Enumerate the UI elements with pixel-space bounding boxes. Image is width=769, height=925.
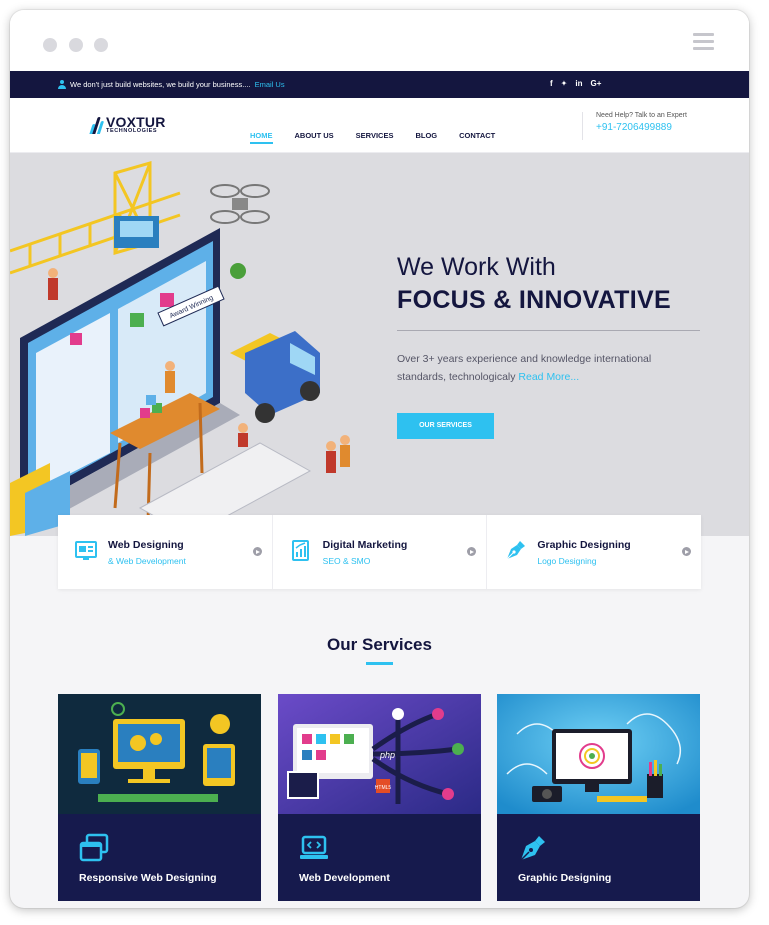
feature-subtitle: SEO & SMO xyxy=(322,556,371,566)
hero-illustration: Award Winning xyxy=(10,161,350,536)
nav-contact[interactable]: CONTACT xyxy=(459,131,495,140)
person-icon xyxy=(58,80,66,89)
php-text: php xyxy=(379,750,395,760)
logo-mark-icon xyxy=(89,116,105,134)
feature-arrow-icon[interactable] xyxy=(252,547,262,556)
social-links: f ✦ in G+ xyxy=(550,79,601,88)
site-header: VOXTUR TECHNOLOGIES HOME ABOUT US SERVIC… xyxy=(10,98,749,153)
our-services-button[interactable]: OUR SERVICES xyxy=(397,413,494,439)
feature-title: Graphic Designing xyxy=(537,539,631,551)
feature-title: Web Designing xyxy=(108,539,184,551)
pen-nib-icon xyxy=(506,541,526,560)
responsive-windows-icon xyxy=(79,833,109,862)
hamburger-menu-icon[interactable] xyxy=(693,33,714,51)
site-logo[interactable]: VOXTUR TECHNOLOGIES xyxy=(89,114,166,135)
hero-description: Over 3+ years experience and knowledge i… xyxy=(397,350,697,386)
facebook-icon[interactable]: f xyxy=(550,79,553,88)
marketing-chart-icon xyxy=(291,540,309,561)
top-message: We don't just build websites, we build y… xyxy=(58,80,285,89)
service-image-graphic-designing xyxy=(497,694,700,814)
service-image-responsive xyxy=(58,694,261,814)
drone-graphic xyxy=(210,184,270,224)
browser-chrome xyxy=(10,10,749,71)
top-message-text: We don't just build websites, we build y… xyxy=(70,80,251,89)
feature-arrow-icon[interactable] xyxy=(682,547,692,556)
html5-text: HTML5 xyxy=(375,785,392,791)
logo-name: VOXTUR xyxy=(106,114,166,130)
service-card-responsive[interactable]: Responsive Web Designing xyxy=(58,694,261,901)
help-phone[interactable]: +91-7206499889 xyxy=(596,122,687,133)
nav-about-us[interactable]: ABOUT US xyxy=(295,131,334,140)
twitter-icon[interactable]: ✦ xyxy=(561,79,568,88)
read-more-link[interactable]: Read More... xyxy=(518,371,579,383)
feature-title: Digital Marketing xyxy=(322,539,408,551)
help-label: Need Help? Talk to an Expert xyxy=(596,112,687,119)
feature-arrow-icon[interactable] xyxy=(467,547,477,556)
window-dot-2 xyxy=(69,38,83,52)
feature-subtitle: Logo Designing xyxy=(537,556,597,566)
linkedin-icon[interactable]: in xyxy=(575,79,582,88)
main-nav: HOME ABOUT US SERVICES BLOG CONTACT xyxy=(250,131,517,144)
hero-divider xyxy=(397,330,700,331)
services-heading: Our Services xyxy=(327,635,432,654)
service-label: Graphic Designing xyxy=(518,872,612,884)
logo-subtitle: TECHNOLOGIES xyxy=(106,128,158,134)
feature-card-web-designing[interactable]: Web Designing & Web Development xyxy=(58,515,273,589)
window-dot-3 xyxy=(94,38,108,52)
pen-nib-icon xyxy=(520,836,545,861)
service-card-graphic-designing[interactable]: Graphic Designing xyxy=(497,694,700,901)
browser-frame: We don't just build websites, we build y… xyxy=(10,10,749,908)
services-heading-underline xyxy=(366,662,393,665)
email-us-link[interactable]: Email Us xyxy=(255,80,285,89)
feature-subtitle: & Web Development xyxy=(108,556,186,566)
service-card-web-development[interactable]: php HTML5 Web Development xyxy=(278,694,481,901)
web-layout-icon xyxy=(75,541,97,560)
truck-graphic xyxy=(230,331,320,423)
nav-home[interactable]: HOME xyxy=(250,131,273,144)
feature-card-graphic-designing[interactable]: Graphic Designing Logo Designing xyxy=(487,515,701,589)
hero-section: Award Winning We Work With FOCUS & INNOV… xyxy=(10,153,749,536)
help-contact: Need Help? Talk to an Expert +91-7206499… xyxy=(582,112,687,140)
service-label: Web Development xyxy=(299,872,390,884)
hero-heading-line1: We Work With xyxy=(397,253,556,281)
service-image-web-development: php HTML5 xyxy=(278,694,481,814)
nav-services[interactable]: SERVICES xyxy=(356,131,394,140)
feature-cards: Web Designing & Web Development Digital … xyxy=(58,515,701,589)
window-dot-1 xyxy=(43,38,57,52)
service-label: Responsive Web Designing xyxy=(79,872,217,884)
nav-blog[interactable]: BLOG xyxy=(415,131,437,140)
google-plus-icon[interactable]: G+ xyxy=(590,79,601,88)
code-laptop-icon xyxy=(300,835,328,859)
feature-card-digital-marketing[interactable]: Digital Marketing SEO & SMO xyxy=(273,515,488,589)
gear-graphic xyxy=(230,263,246,279)
hero-heading-line2: FOCUS & INNOVATIVE xyxy=(397,286,671,314)
top-info-bar: We don't just build websites, we build y… xyxy=(10,71,749,98)
